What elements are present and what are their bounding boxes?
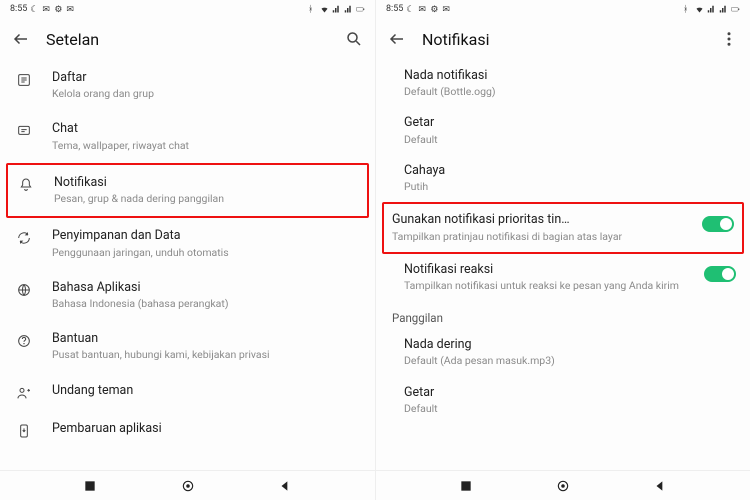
notif-row[interactable]: CahayaPutih: [376, 155, 750, 202]
row-label: Bantuan: [52, 331, 361, 347]
status-bar: 8:55 ☾ ✉ ⚙ ✉ ᚼ: [0, 0, 375, 18]
status-bar: 8:55 ☾ ✉ ⚙ ✉ ᚼ: [376, 0, 750, 18]
battery-icon: [356, 5, 365, 14]
gear-icon: ⚙: [54, 5, 63, 14]
update-icon: [14, 421, 34, 439]
notifications-pane: 8:55 ☾ ✉ ⚙ ✉ ᚼ Notifikasi Nada notifikas…: [375, 0, 750, 500]
status-time: 8:55: [386, 4, 403, 14]
row-label: Chat: [52, 121, 361, 137]
back-icon[interactable]: [12, 30, 30, 48]
bluetooth-icon: ᚼ: [683, 5, 692, 14]
bell-icon: [16, 175, 36, 193]
section-header: Panggilan: [376, 301, 750, 329]
signal-icon: [332, 5, 341, 14]
row-sub: Default: [404, 402, 736, 416]
notif-row[interactable]: Getar Default: [376, 107, 750, 154]
sync-icon: [14, 228, 34, 246]
wifi-icon: [695, 5, 704, 14]
settings-row-chat[interactable]: Chat Tema, wallpaper, riwayat chat: [0, 111, 375, 162]
nav-bar: [0, 470, 375, 500]
row-sub: Pesan, grup & nada dering panggilan: [54, 192, 359, 206]
settings-row-invite[interactable]: Undang teman: [0, 373, 375, 411]
settings-row-update[interactable]: Pembaruan aplikasi: [0, 411, 375, 449]
msg-icon: ✉: [66, 5, 75, 14]
chat-icon: ✉: [418, 5, 427, 14]
row-label: Gunakan notifikasi prioritas tin…: [392, 212, 702, 228]
bluetooth-icon: ᚼ: [308, 5, 317, 14]
notif-row[interactable]: Nada notifikasiDefault (Bottle.ogg): [376, 60, 750, 107]
row-label: Notifikasi: [54, 175, 359, 191]
row-sub: Default (Bottle.ogg): [404, 85, 736, 99]
settings-row-bell[interactable]: NotifikasiPesan, grup & nada dering pang…: [6, 163, 369, 218]
chat-icon: ✉: [42, 5, 51, 14]
app-bar: Setelan: [0, 18, 375, 60]
row-sub: Tema, wallpaper, riwayat chat: [52, 139, 361, 153]
app-bar: Notifikasi: [376, 18, 750, 60]
nav-recent[interactable]: [459, 479, 473, 493]
search-icon[interactable]: [345, 30, 363, 48]
notif-row[interactable]: Gunakan notifikasi prioritas tin… Tampilk…: [382, 202, 744, 253]
row-sub: Default: [404, 133, 736, 147]
row-sub: Tampilkan notifikasi untuk reaksi ke pes…: [404, 279, 704, 293]
row-label: Bahasa Aplikasi: [52, 280, 361, 296]
notif-row[interactable]: Notifikasi reaksiTampilkan notifikasi un…: [376, 254, 750, 301]
nav-bar: [376, 470, 750, 500]
nav-recent[interactable]: [83, 479, 97, 493]
row-label: Pembaruan aplikasi: [52, 421, 361, 437]
help-icon: [14, 331, 34, 349]
back-icon[interactable]: [388, 30, 406, 48]
row-sub: Pusat bantuan, hubungi kami, kebijakan p…: [52, 348, 361, 362]
signal-icon: [719, 5, 728, 14]
row-sub: Putih: [404, 180, 736, 194]
row-sub: Default (Ada pesan masuk.mp3): [404, 354, 736, 368]
nav-back[interactable]: [278, 479, 292, 493]
row-sub: Bahasa Indonesia (bahasa perangkat): [52, 297, 361, 311]
row-label: Getar: [404, 385, 736, 401]
list-icon: [14, 70, 34, 88]
gear-icon: ⚙: [430, 5, 439, 14]
notification-settings-list: Nada notifikasiDefault (Bottle.ogg) Getar…: [376, 60, 750, 470]
row-label: Getar: [404, 115, 736, 131]
settings-row-help[interactable]: BantuanPusat bantuan, hubungi kami, kebi…: [0, 321, 375, 372]
row-label: Nada notifikasi: [404, 68, 736, 84]
more-icon[interactable]: [720, 30, 738, 48]
nav-home[interactable]: [181, 479, 195, 493]
status-time: 8:55: [10, 4, 27, 14]
settings-row-globe[interactable]: Bahasa AplikasiBahasa Indonesia (bahasa …: [0, 270, 375, 321]
nav-home[interactable]: [556, 479, 570, 493]
row-sub: Tampilkan pratinjau notifikasi di bagian…: [392, 230, 702, 244]
battery-icon: [731, 5, 740, 14]
nav-back[interactable]: [653, 479, 667, 493]
settings-row-sync[interactable]: Penyimpanan dan Data Penggunaan jaringan,…: [0, 218, 375, 269]
row-label: Notifikasi reaksi: [404, 262, 704, 278]
invite-icon: [14, 383, 34, 401]
toggle-switch[interactable]: [702, 216, 734, 232]
globe-icon: [14, 280, 34, 298]
chat-icon: [14, 121, 34, 139]
page-title: Notifikasi: [422, 30, 490, 49]
settings-pane: 8:55 ☾ ✉ ⚙ ✉ ᚼ Setelan DaftarKelola oran…: [0, 0, 375, 500]
row-label: Cahaya: [404, 163, 736, 179]
notif-row[interactable]: GetarDefault: [376, 377, 750, 424]
moon-icon: ☾: [30, 5, 39, 14]
msg-icon: ✉: [442, 5, 451, 14]
signal-icon: [344, 5, 353, 14]
notif-row[interactable]: Nada deringDefault (Ada pesan masuk.mp3): [376, 329, 750, 376]
wifi-icon: [320, 5, 329, 14]
toggle-switch[interactable]: [704, 266, 736, 282]
signal-icon: [707, 5, 716, 14]
row-label: Penyimpanan dan Data: [52, 228, 361, 244]
settings-row-list[interactable]: DaftarKelola orang dan grup: [0, 60, 375, 111]
row-sub: Kelola orang dan grup: [52, 87, 361, 101]
row-label: Undang teman: [52, 383, 361, 399]
row-sub: Penggunaan jaringan, unduh otomatis: [52, 246, 361, 260]
row-label: Daftar: [52, 70, 361, 86]
page-title: Setelan: [46, 30, 99, 49]
settings-list: DaftarKelola orang dan grup Chat Tema, wal…: [0, 60, 375, 470]
row-label: Nada dering: [404, 337, 736, 353]
moon-icon: ☾: [406, 5, 415, 14]
